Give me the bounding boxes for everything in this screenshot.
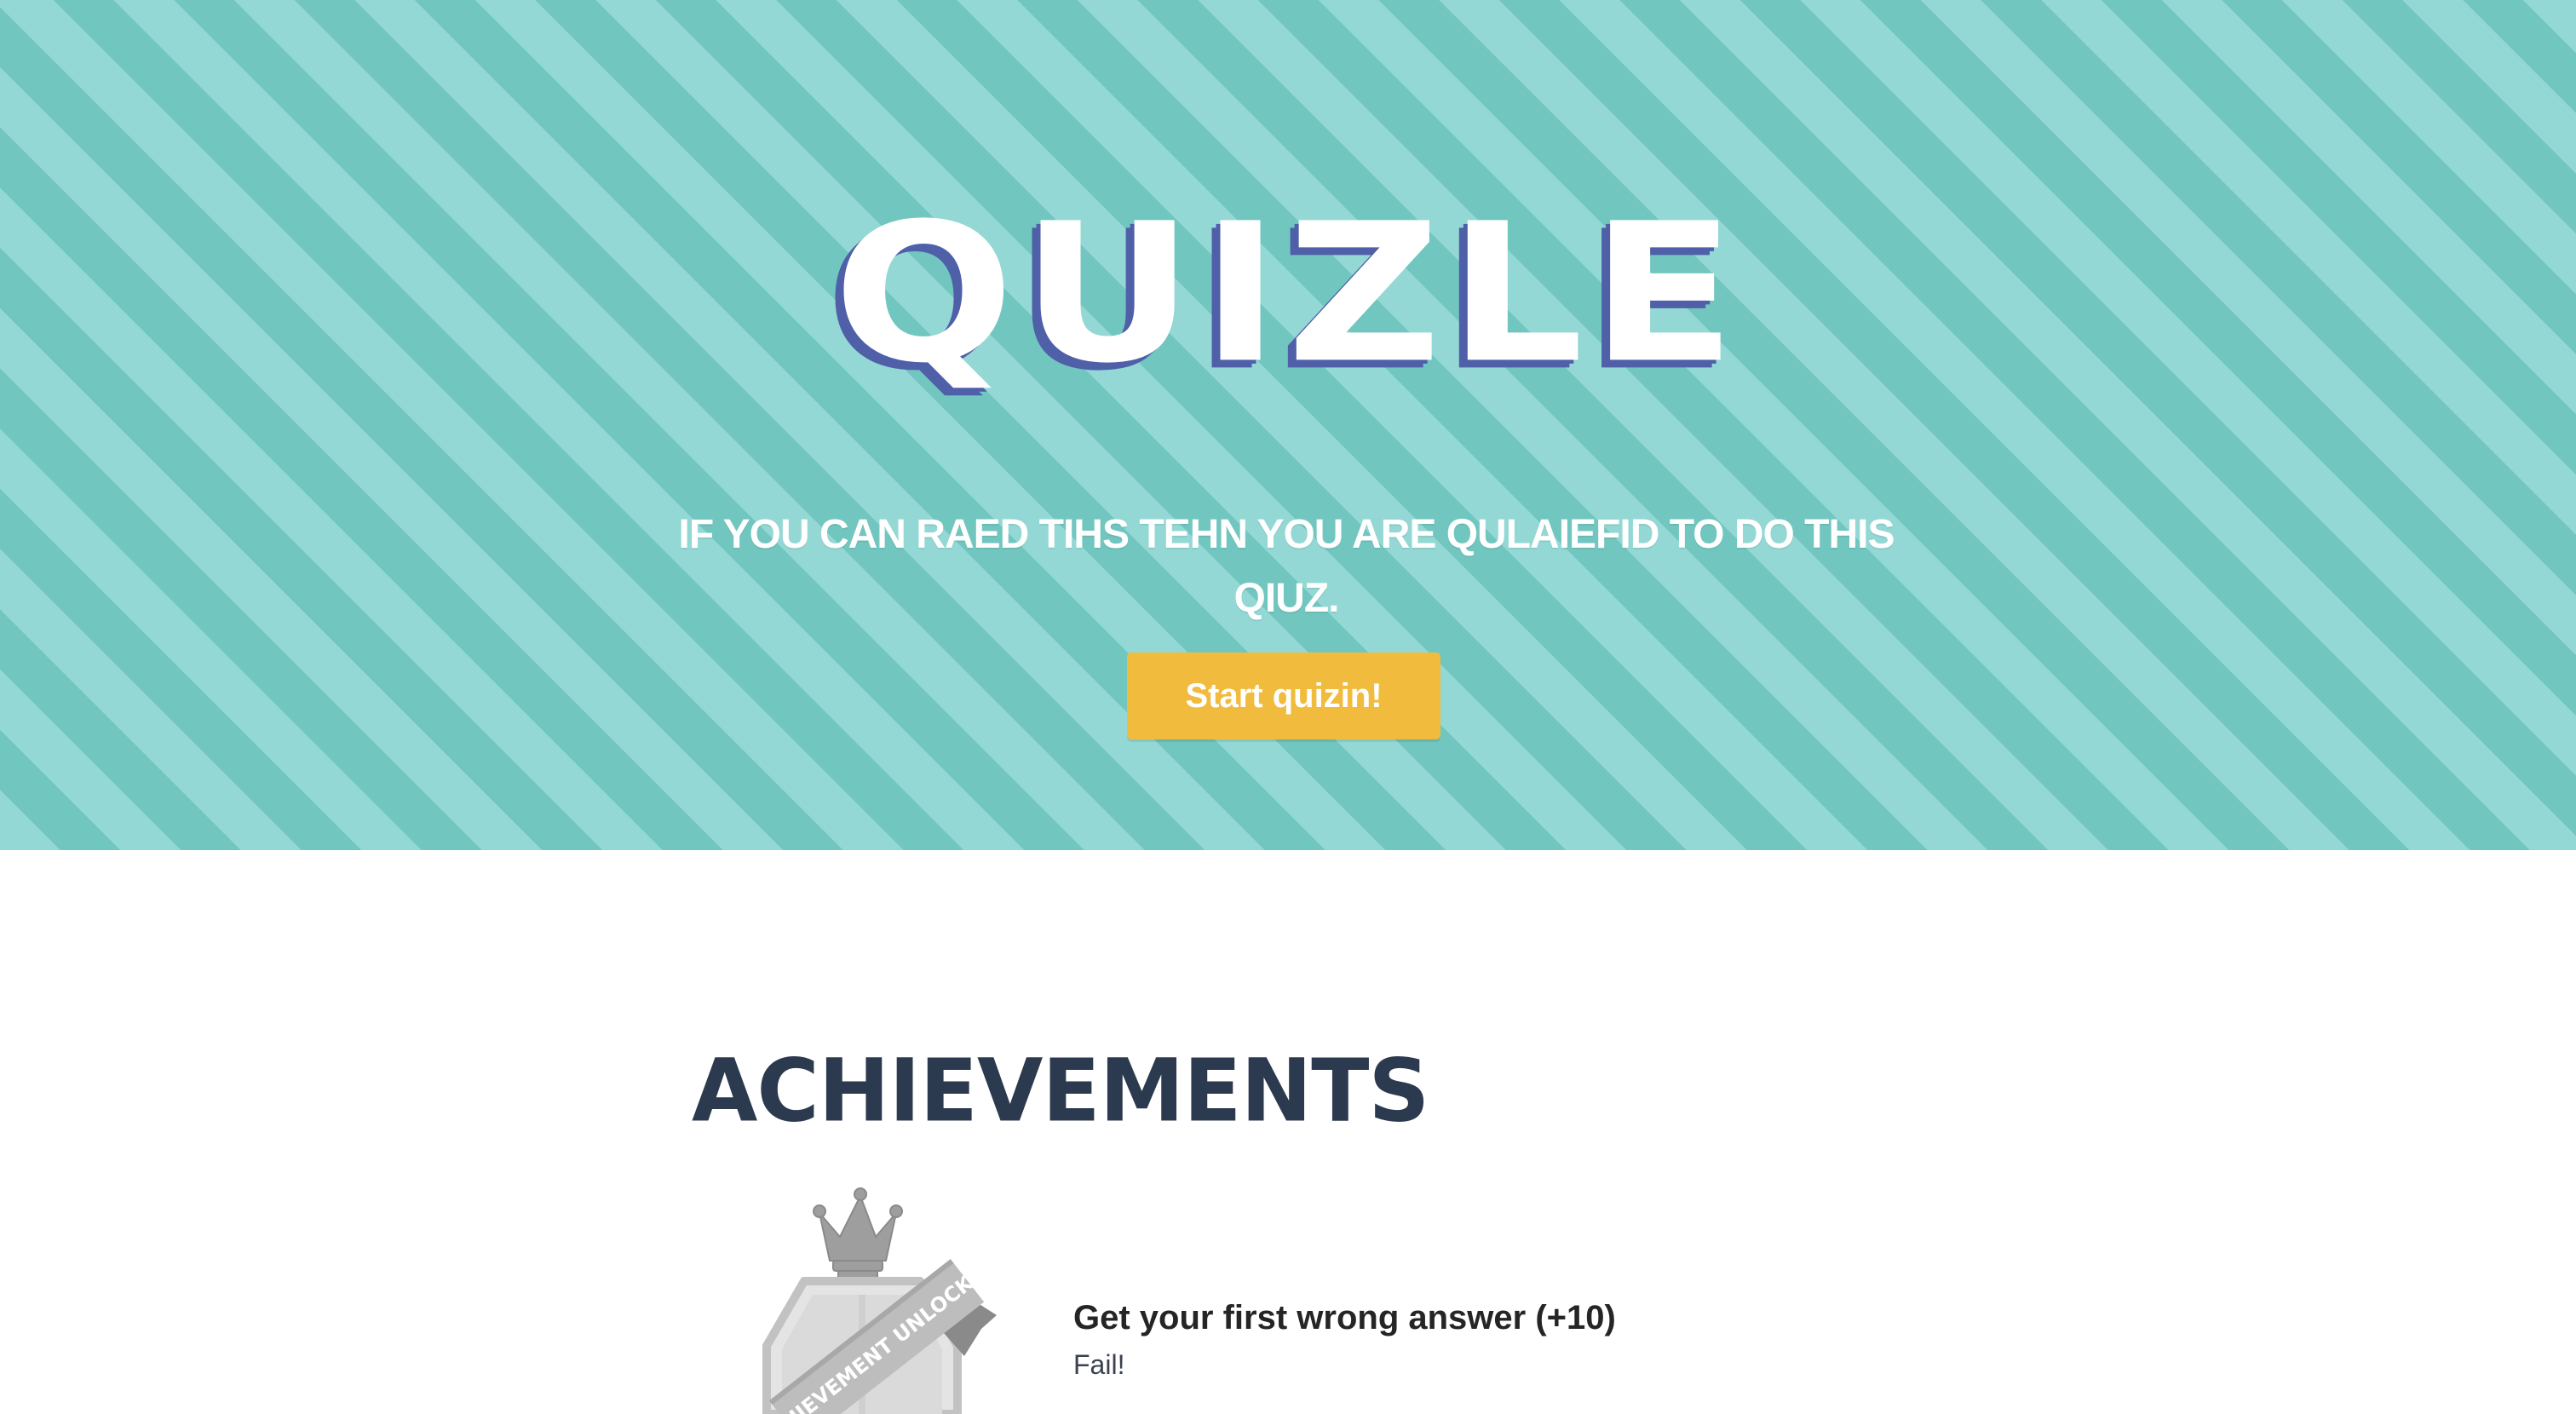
start-quiz-button[interactable]: Start quizin! [1127, 652, 1440, 739]
achievement-badge-icon: ACHIEVEMENT UNLOCKED [734, 1186, 1041, 1414]
hero-tagline: IF YOU CAN RAED TIHS TEHN YOU ARE QULAIE… [678, 512, 1895, 621]
hero-section: QUIZLE IF YOU CAN RAED TIHS TEHN YOU ARE… [0, 0, 2576, 850]
quizle-logo: QUIZLE [833, 181, 1743, 405]
achievement-title: Get your first wrong answer (+10) [1073, 1299, 1616, 1336]
achievement-description: Fail! [1073, 1349, 1125, 1380]
achievements-heading: ACHIEVEMENTS [692, 1039, 1429, 1142]
